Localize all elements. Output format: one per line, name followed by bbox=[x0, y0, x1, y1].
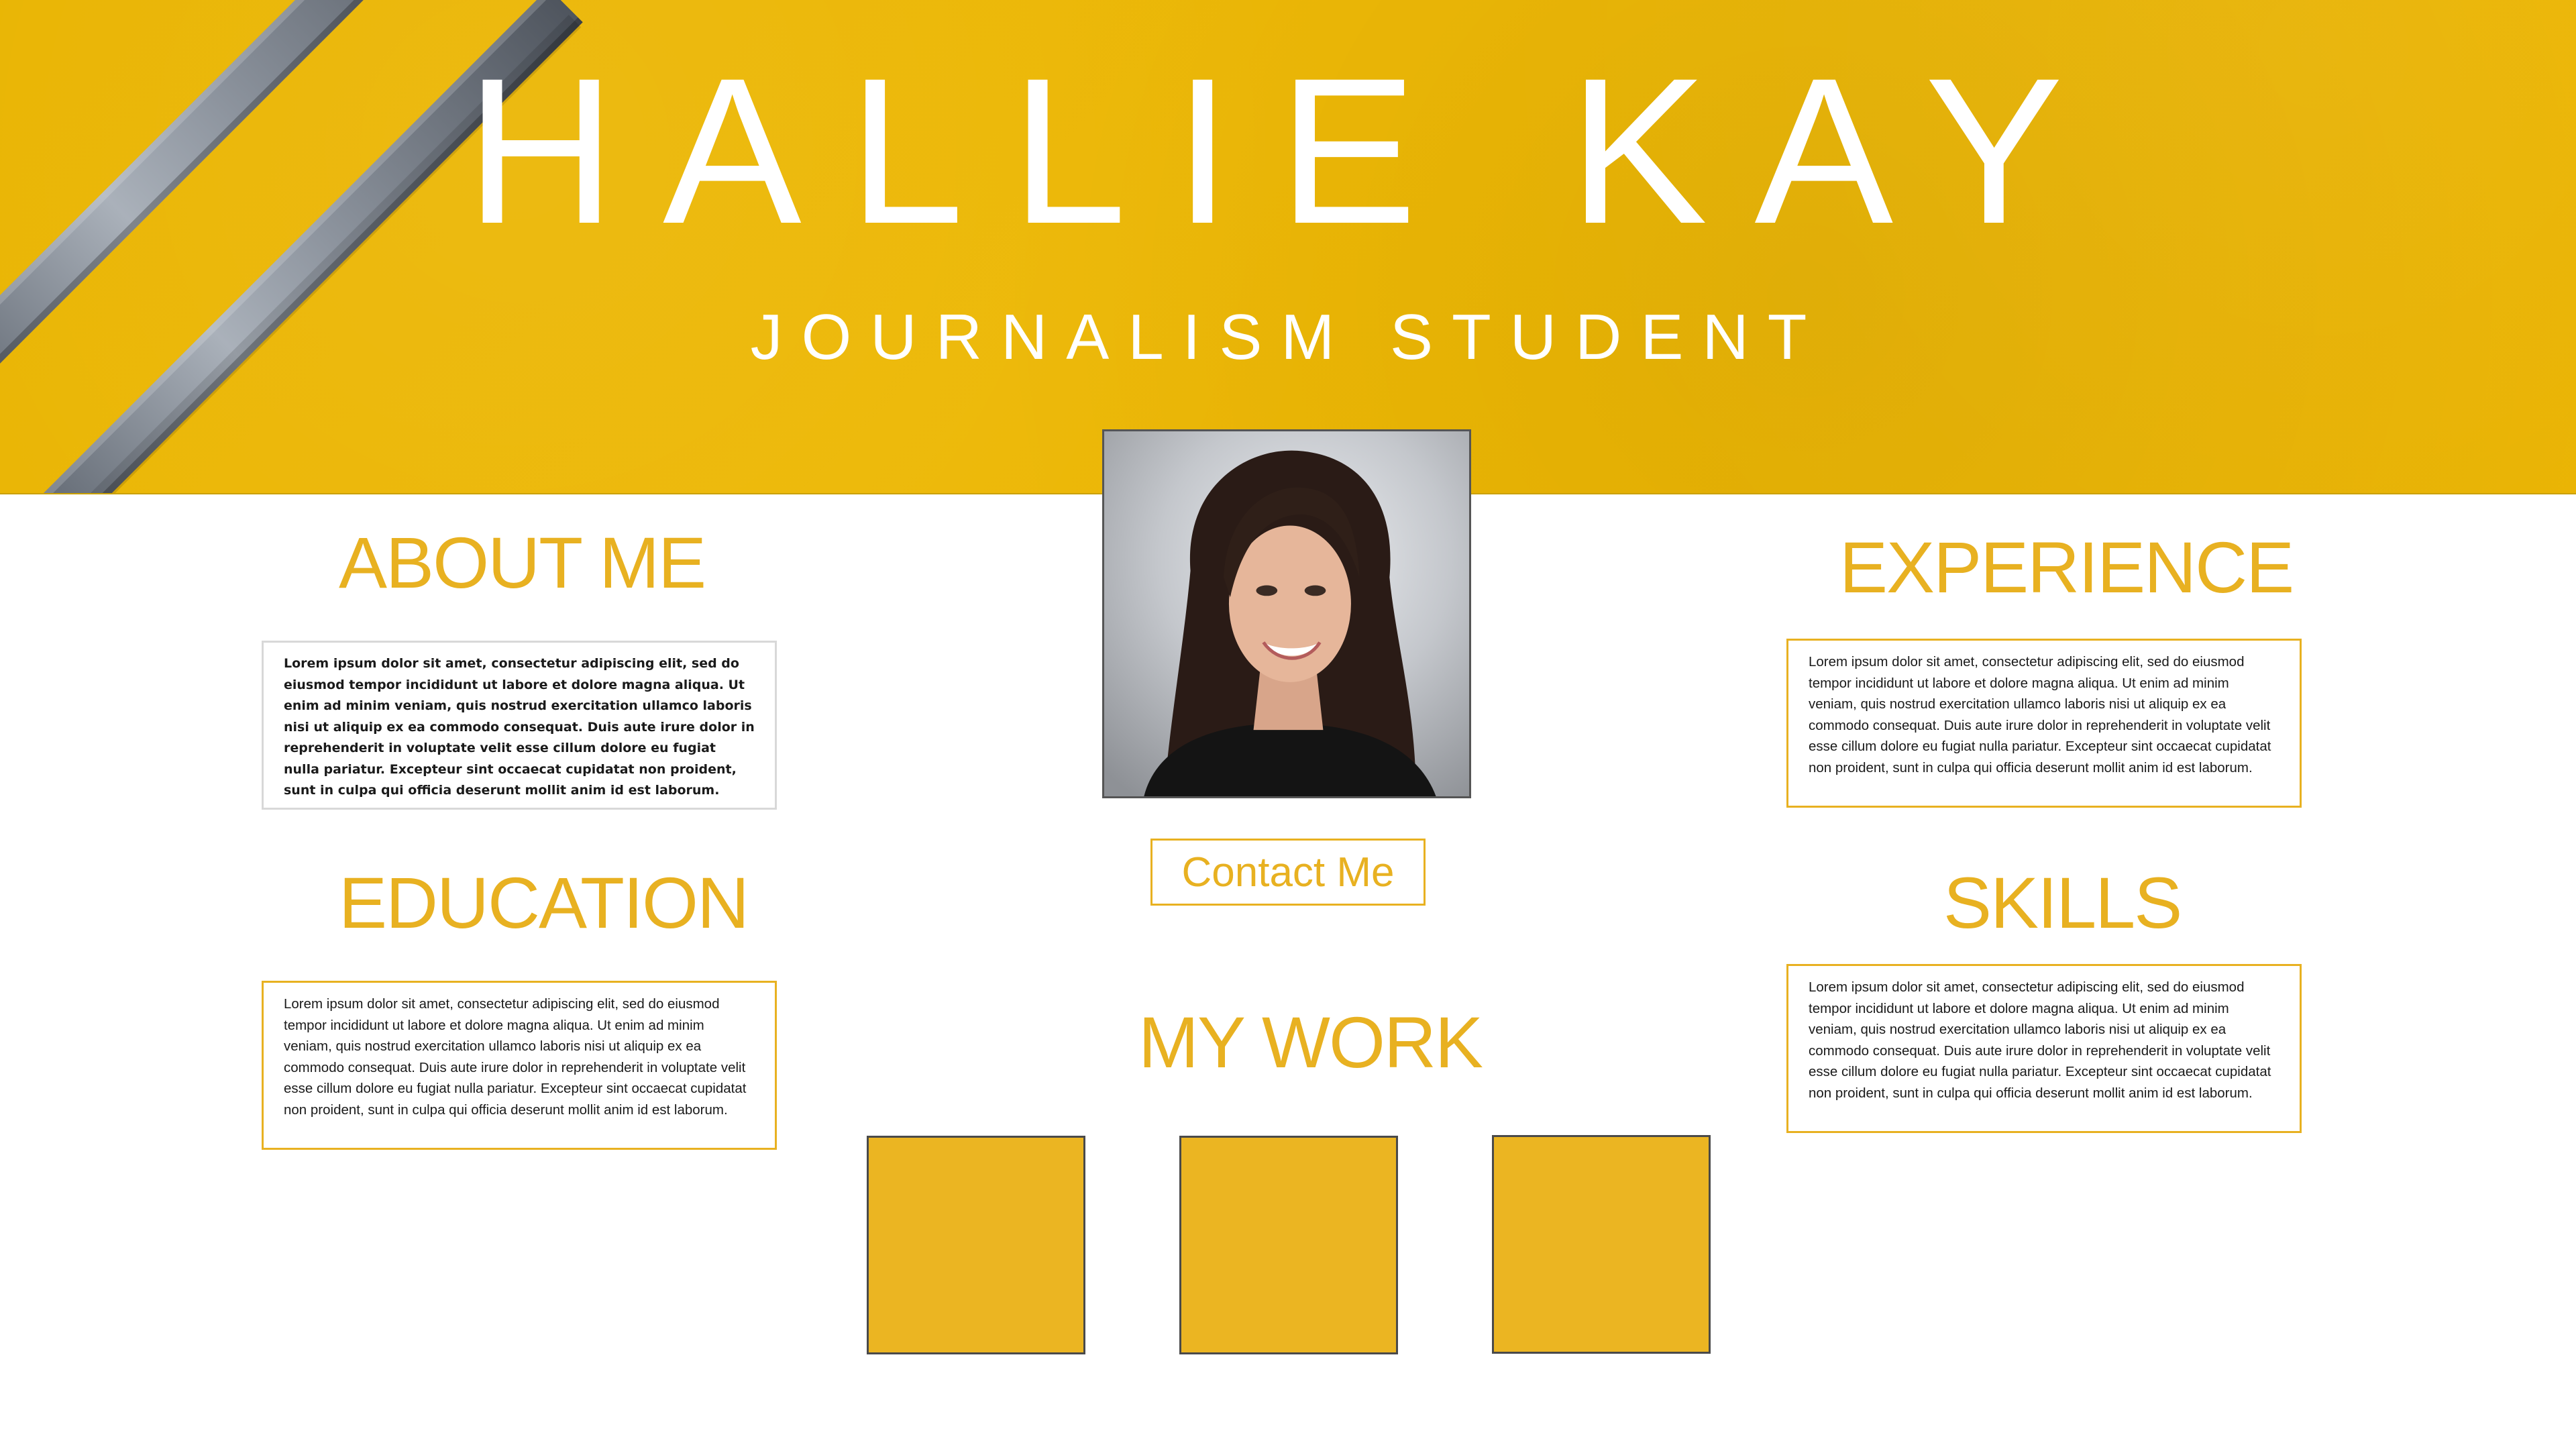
profile-portrait-illustration bbox=[1104, 431, 1469, 796]
contact-me-button[interactable]: Contact Me bbox=[1150, 839, 1426, 906]
experience-heading: EXPERIENCE bbox=[1839, 527, 2294, 608]
profile-photo bbox=[1102, 429, 1471, 798]
skills-text: Lorem ipsum dolor sit amet, consectetur … bbox=[1786, 964, 2302, 1133]
work-tile-2[interactable] bbox=[1179, 1136, 1398, 1354]
experience-text: Lorem ipsum dolor sit amet, consectetur … bbox=[1786, 639, 2302, 808]
about-text: Lorem ipsum dolor sit amet, consectetur … bbox=[262, 641, 777, 810]
education-heading: EDUCATION bbox=[339, 862, 749, 943]
page-subtitle: JOURNALISM STUDENT bbox=[750, 301, 1826, 373]
work-tile-3[interactable] bbox=[1492, 1135, 1711, 1354]
about-heading: ABOUT ME bbox=[339, 522, 706, 603]
header-banner: HALLIE KAY JOURNALISM STUDENT bbox=[0, 0, 2576, 494]
work-tile-1[interactable] bbox=[867, 1136, 1085, 1354]
my-work-heading: MY WORK bbox=[1138, 1002, 1483, 1083]
skills-heading: SKILLS bbox=[1943, 862, 2182, 943]
page-title: HALLIE KAY bbox=[466, 34, 2110, 267]
education-text: Lorem ipsum dolor sit amet, consectetur … bbox=[262, 981, 777, 1150]
